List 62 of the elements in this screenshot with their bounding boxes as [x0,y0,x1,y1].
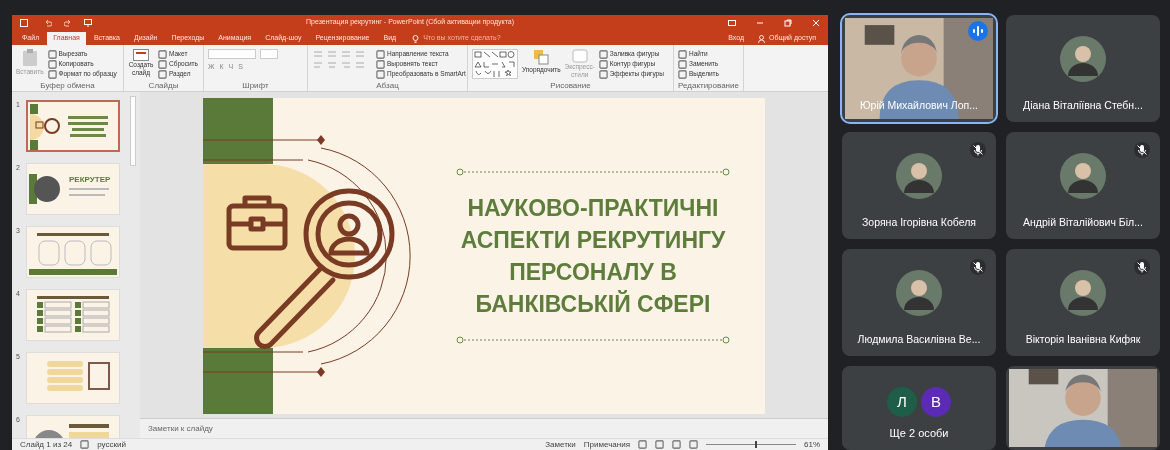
group-label: Слайды [147,81,180,91]
font-size-field[interactable] [260,49,278,59]
arrange-icon [533,49,550,65]
participant-tile[interactable]: Людмила Василівна Ве... [842,249,996,356]
participant-name: Вікторія Іванівна Кифяк [1024,332,1142,348]
sorter-view-icon [655,440,664,449]
slide-title-line: АСПЕКТИ РЕКРУТИНГУ [460,226,726,255]
participant-tile[interactable]: Вікторія Іванівна Кифяк [1006,249,1160,356]
language-label: русский [97,439,126,450]
avatar [1060,35,1106,82]
group-label: Абзац [375,81,400,91]
restore-icon[interactable] [784,18,792,27]
zoom-level: 61% [804,439,820,450]
save-icon[interactable] [20,18,28,27]
notes-button[interactable]: Заметки [545,439,576,450]
slide-thumbnail[interactable]: РЕКРУТЕР [26,163,120,215]
avatar [1060,152,1106,199]
participant-tile[interactable]: Андрій Віталійович Біл... [1006,132,1160,239]
shapes-gallery-icon[interactable] [472,49,518,79]
initial-avatar: В [921,386,951,417]
notes-pane[interactable]: Заметки к слайду [140,418,828,438]
participant-name: Андрій Віталійович Біл... [1022,215,1144,231]
slide-title-line: НАУКОВО-ПРАКТИЧНІ [467,194,719,223]
styles-icon [571,49,588,63]
reading-view-icon [672,440,681,449]
avatar [896,152,942,199]
more-participants-label: Ще 2 особи [889,425,949,441]
slide-count: Слайд 1 из 24 [20,439,73,450]
close-icon[interactable] [812,18,820,27]
normal-view-icon [638,440,647,449]
group-label: Шрифт [241,81,270,91]
thumbnail-title: РЕКРУТЕР [69,174,111,186]
slide-title-line: ПЕРСОНАЛУ В [509,258,677,287]
lightbulb-icon [412,34,420,43]
scrollbar[interactable] [130,96,136,166]
ribbon-options-icon[interactable] [728,18,736,27]
font-name-field[interactable] [208,49,256,59]
participant-tile[interactable]: Зоряна Ігорівна Кобеля [842,132,996,239]
group-label: Редактирование [678,81,739,91]
slide-icon [133,49,149,61]
participant-name: Людмила Василівна Ве... [856,332,982,348]
participant-name: Зоряна Ігорівна Кобеля [861,215,977,231]
spellcheck-icon [80,440,90,449]
notes-placeholder: Заметки к слайду [148,422,213,435]
undo-icon[interactable] [44,18,52,27]
comments-button[interactable]: Примечания [583,439,630,450]
slideshow-icon[interactable] [84,18,92,27]
participant-tile[interactable]: Діана Віталіївна Стебн... [1006,15,1160,122]
person-icon [757,34,765,43]
slideshow-view-icon [689,440,698,449]
participant-name: Діана Віталіївна Стебн... [1022,98,1144,114]
avatar [1060,269,1106,316]
group-label: Буфер обмена [39,81,96,91]
slide-title-line: БАНКІВСЬКІЙ СФЕРІ [475,289,711,319]
zoom-thumb[interactable] [755,441,758,448]
avatar [896,269,942,316]
participant-tile[interactable]: Л В Ще 2 особи [842,366,996,450]
speaking-indicator-icon [968,21,988,41]
clipboard-icon [21,49,38,67]
initial-avatar: Л [887,386,917,417]
redo-icon[interactable] [64,18,72,27]
group-label: Рисование [549,81,592,91]
